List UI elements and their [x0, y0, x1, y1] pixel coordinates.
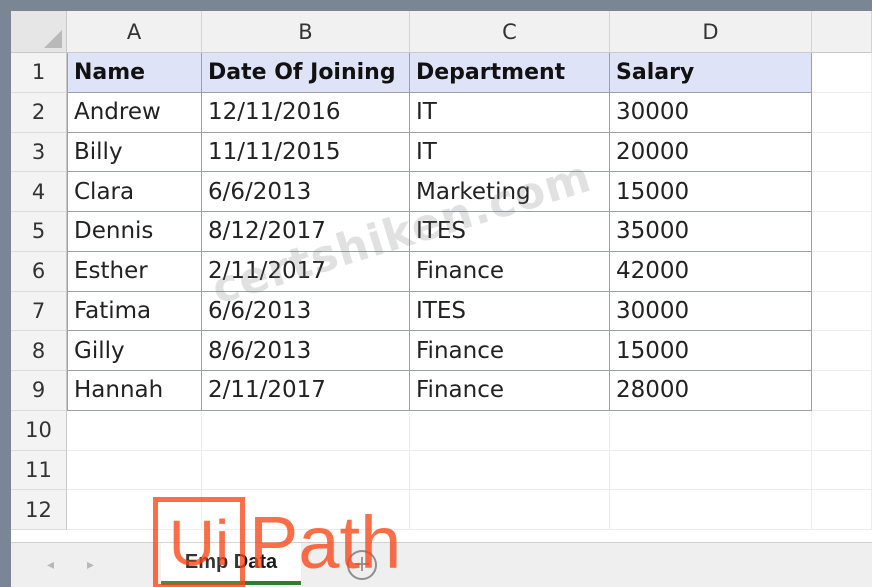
column-header[interactable]: A: [67, 11, 202, 53]
row-header[interactable]: 1: [11, 53, 67, 93]
header-cell[interactable]: Salary: [610, 53, 812, 93]
empty-cell[interactable]: [67, 490, 202, 530]
table-cell[interactable]: Dennis: [67, 212, 202, 252]
table-cell[interactable]: 2/11/2017: [202, 371, 410, 411]
cell-grid: A B C D 1 Name Date Of Joining Department Salary…: [11, 11, 872, 530]
empty-cell[interactable]: [202, 410, 410, 451]
table-cell[interactable]: 15000: [610, 172, 812, 212]
table-cell[interactable]: Finance: [410, 331, 610, 371]
select-all-corner[interactable]: [11, 11, 67, 53]
table-cell[interactable]: ITES: [410, 212, 610, 252]
empty-cell[interactable]: [812, 450, 872, 491]
table-cell[interactable]: 8/6/2013: [202, 331, 410, 371]
empty-cell[interactable]: [812, 410, 872, 451]
table-cell[interactable]: 6/6/2013: [202, 291, 410, 332]
table-cell[interactable]: 6/6/2013: [202, 172, 410, 212]
worksheet: A B C D 1 Name Date Of Joining Department Salary…: [11, 11, 872, 530]
header-cell[interactable]: Department: [410, 53, 610, 93]
empty-cell[interactable]: [812, 53, 872, 93]
select-all-triangle-icon: [44, 30, 62, 48]
header-cell[interactable]: Date Of Joining: [202, 53, 410, 93]
empty-cell[interactable]: [67, 450, 202, 491]
column-header[interactable]: C: [410, 11, 610, 53]
empty-cell[interactable]: [610, 410, 812, 451]
row-header[interactable]: 8: [11, 331, 67, 371]
scroll-tabs-right-icon[interactable]: ▸: [87, 557, 94, 573]
row-header[interactable]: 11: [11, 450, 67, 491]
row-header[interactable]: 2: [11, 92, 67, 133]
scroll-tabs-left-icon[interactable]: ◂: [47, 557, 54, 573]
table-cell[interactable]: 28000: [610, 371, 812, 411]
empty-cell[interactable]: [202, 490, 410, 530]
empty-cell[interactable]: [812, 490, 872, 530]
row-header[interactable]: 12: [11, 490, 67, 530]
table-cell[interactable]: Clara: [67, 172, 202, 212]
table-cell[interactable]: 30000: [610, 291, 812, 332]
table-cell[interactable]: 20000: [610, 132, 812, 173]
table-cell[interactable]: IT: [410, 92, 610, 133]
empty-cell[interactable]: [202, 450, 410, 491]
row-header[interactable]: 3: [11, 132, 67, 173]
table-cell[interactable]: Andrew: [67, 92, 202, 133]
empty-cell[interactable]: [812, 331, 872, 371]
empty-cell[interactable]: [610, 490, 812, 530]
sheet-tab-bar: ◂ ▸ Emp Data +: [11, 542, 872, 587]
empty-cell[interactable]: [812, 132, 872, 173]
column-header-extra[interactable]: [812, 11, 872, 53]
excel-window: A B C D 1 Name Date Of Joining Department Salary…: [11, 11, 872, 587]
empty-cell[interactable]: [812, 212, 872, 252]
empty-cell[interactable]: [812, 371, 872, 411]
table-cell[interactable]: 15000: [610, 331, 812, 371]
table-cell[interactable]: Finance: [410, 371, 610, 411]
table-cell[interactable]: IT: [410, 132, 610, 173]
table-cell[interactable]: Finance: [410, 251, 610, 292]
empty-cell[interactable]: [67, 410, 202, 451]
table-cell[interactable]: 2/11/2017: [202, 251, 410, 292]
table-cell[interactable]: Hannah: [67, 371, 202, 411]
table-cell[interactable]: 12/11/2016: [202, 92, 410, 133]
header-cell[interactable]: Name: [67, 53, 202, 93]
empty-cell[interactable]: [410, 410, 610, 451]
empty-cell[interactable]: [812, 291, 872, 332]
row-header[interactable]: 5: [11, 212, 67, 252]
row-header[interactable]: 4: [11, 172, 67, 212]
plus-icon: +: [352, 552, 372, 577]
row-header[interactable]: 10: [11, 410, 67, 451]
empty-cell[interactable]: [812, 172, 872, 212]
row-header[interactable]: 7: [11, 291, 67, 332]
empty-cell[interactable]: [812, 251, 872, 292]
table-cell[interactable]: 8/12/2017: [202, 212, 410, 252]
empty-cell[interactable]: [812, 92, 872, 133]
table-cell[interactable]: Esther: [67, 251, 202, 292]
empty-cell[interactable]: [610, 450, 812, 491]
table-cell[interactable]: Billy: [67, 132, 202, 173]
empty-cell[interactable]: [410, 450, 610, 491]
column-header[interactable]: D: [610, 11, 812, 53]
table-cell[interactable]: 42000: [610, 251, 812, 292]
row-header[interactable]: 9: [11, 371, 67, 411]
row-header[interactable]: 6: [11, 251, 67, 292]
add-sheet-button[interactable]: +: [347, 550, 377, 580]
table-cell[interactable]: 30000: [610, 92, 812, 133]
table-cell[interactable]: Fatima: [67, 291, 202, 332]
table-cell[interactable]: ITES: [410, 291, 610, 332]
table-cell[interactable]: 35000: [610, 212, 812, 252]
table-cell[interactable]: Marketing: [410, 172, 610, 212]
column-header[interactable]: B: [202, 11, 410, 53]
table-cell[interactable]: Gilly: [67, 331, 202, 371]
empty-cell[interactable]: [410, 490, 610, 530]
sheet-tab-emp-data[interactable]: Emp Data: [161, 543, 301, 585]
table-cell[interactable]: 11/11/2015: [202, 132, 410, 173]
